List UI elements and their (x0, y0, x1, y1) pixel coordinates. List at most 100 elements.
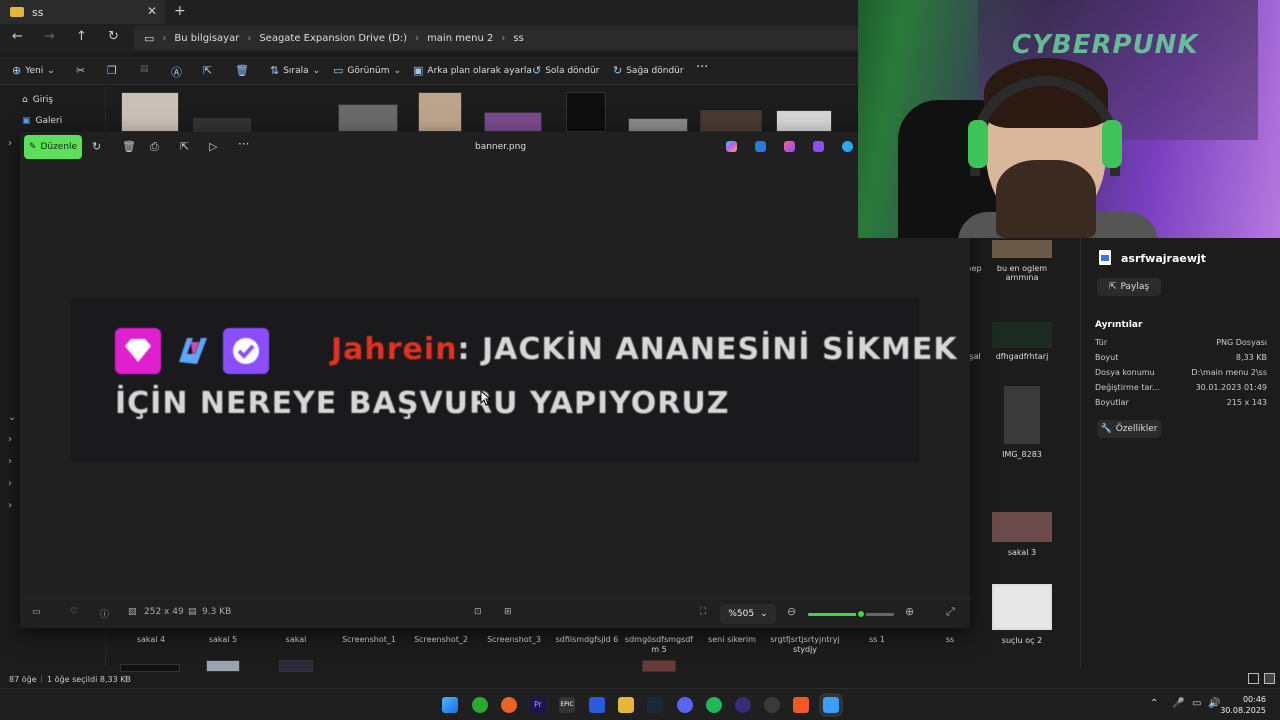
file-thumbnail[interactable] (992, 322, 1052, 348)
discord-icon[interactable] (677, 697, 693, 713)
zoom-in-icon[interactable]: ⊕ (905, 605, 914, 618)
explorer-tab[interactable]: ss ✕ (0, 0, 165, 24)
new-button[interactable]: ⊕ Yeni ⌄ (12, 64, 55, 77)
volume-icon[interactable]: 🔊 (1208, 698, 1220, 709)
share-icon[interactable]: ⇱ (203, 64, 212, 77)
file-thumbnail[interactable] (206, 660, 240, 672)
more-icon[interactable]: ··· (696, 60, 708, 75)
file-thumbnail[interactable] (279, 660, 313, 672)
share-icon[interactable]: ⇱ (180, 140, 189, 153)
properties-button[interactable]: 🔧 Özellikler (1097, 420, 1161, 438)
clipchamp-icon[interactable] (784, 141, 795, 152)
set-background-button[interactable]: ▣ Arka plan olarak ayarla (413, 64, 532, 77)
forward-icon[interactable]: → (44, 29, 55, 44)
share-button[interactable]: ⇱ Paylaş (1097, 278, 1161, 296)
remote-desktop-icon[interactable] (589, 697, 605, 713)
view-button[interactable]: ▭ Görünüm ⌄ (333, 64, 401, 77)
spotify-icon[interactable] (706, 697, 722, 713)
file-thumbnail[interactable] (700, 110, 762, 132)
info-icon[interactable]: ⓘ (100, 607, 109, 620)
filmstrip-icon[interactable]: ▭ (32, 607, 41, 617)
breadcrumb-item[interactable]: main menu 2 (427, 33, 493, 44)
chevron-right-icon[interactable]: › (8, 138, 12, 149)
file-thumbnail[interactable] (776, 110, 832, 132)
chat-message-part1: : JACKİN ANANESİNİ SİKMEK (457, 332, 958, 367)
nav-item-home[interactable]: ⌂ Giriş (22, 95, 53, 105)
slideshow-icon[interactable]: ▷ (209, 140, 217, 153)
breadcrumb-item[interactable]: ss (513, 33, 523, 44)
file-thumbnail-selected[interactable] (992, 584, 1052, 630)
chevron-right-icon[interactable]: › (8, 434, 12, 445)
back-icon[interactable]: ← (12, 29, 23, 44)
favorite-icon[interactable]: ♡ (70, 607, 78, 617)
brave-icon[interactable] (793, 697, 809, 713)
zoom-out-icon[interactable]: ⊖ (787, 605, 796, 618)
file-thumbnail[interactable] (992, 240, 1052, 258)
breadcrumb-item[interactable]: Seagate Expansion Drive (D:) (259, 33, 407, 44)
file-thumbnail[interactable] (120, 664, 180, 672)
cut-icon[interactable]: ✂ (76, 64, 85, 77)
copilot-icon[interactable] (726, 141, 737, 152)
rotate-icon[interactable]: ↻ (92, 140, 101, 153)
fullscreen-icon[interactable]: ⤢ (946, 605, 955, 619)
start-icon[interactable] (442, 697, 458, 713)
breadcrumb-item[interactable]: Bu bilgisayar (174, 33, 239, 44)
breadcrumb[interactable]: ▭ › Bu bilgisayar › Seagate Expansion Dr… (134, 26, 860, 50)
monitor-icon: ▭ (144, 31, 155, 45)
close-icon[interactable]: ✕ (147, 4, 157, 18)
rename-icon[interactable]: Ⓐ (171, 64, 182, 80)
xbox-icon[interactable] (472, 697, 488, 713)
sort-button[interactable]: ⇅ Sırala ⌄ (270, 64, 320, 77)
new-tab-icon[interactable]: + (174, 3, 186, 19)
designer-icon[interactable] (813, 141, 824, 152)
file-thumbnail[interactable] (1004, 386, 1040, 444)
zoom-select[interactable]: %505 ⌄ (720, 604, 776, 624)
app-icon[interactable] (764, 697, 780, 713)
chevron-right-icon[interactable]: › (8, 500, 12, 511)
tiles-view-icon[interactable] (1264, 673, 1275, 684)
network-icon[interactable]: ▭ (1192, 698, 1201, 709)
photo-app-icon[interactable] (755, 141, 766, 152)
file-thumbnail[interactable] (992, 512, 1052, 542)
text-detect-icon[interactable]: ⊞ (504, 607, 512, 617)
rotate-left-button[interactable]: ↺ Sola döndür (532, 64, 599, 77)
file-thumbnail[interactable] (121, 92, 179, 132)
obs-icon[interactable] (735, 697, 751, 713)
microphone-icon[interactable]: 🎤 (1172, 698, 1184, 709)
file-thumbnail[interactable] (193, 118, 251, 132)
steam-icon[interactable] (647, 697, 663, 713)
chevron-right-icon[interactable]: › (8, 456, 12, 467)
delete-icon[interactable]: 🗑 (235, 64, 249, 77)
chevron-right-icon[interactable]: › (8, 478, 12, 489)
system-clock[interactable]: 00:46 30.08.2025 (1220, 694, 1266, 716)
fit-to-window-icon[interactable]: ⛶ (700, 607, 706, 617)
file-thumbnail[interactable] (338, 104, 398, 132)
print-icon[interactable]: ⎙ (150, 140, 159, 154)
onedrive-icon[interactable] (842, 141, 853, 152)
file-thumbnail[interactable] (628, 118, 688, 132)
paste-icon[interactable]: ▤ (140, 64, 149, 74)
chevron-down-icon[interactable]: ⌄ (8, 412, 16, 423)
zoom-slider-handle[interactable] (856, 609, 867, 619)
refresh-icon[interactable]: ↻ (108, 29, 119, 44)
epic-games-icon[interactable]: EPIC (559, 697, 575, 713)
edit-button[interactable]: ✎ Düzenle (24, 135, 82, 159)
file-explorer-icon[interactable] (618, 697, 634, 713)
nav-item-gallery[interactable]: ▣ Galeri (22, 116, 62, 126)
zoom-slider[interactable] (808, 609, 894, 619)
details-view-icon[interactable] (1248, 673, 1259, 684)
visual-search-icon[interactable]: ⊡ (474, 607, 482, 617)
more-icon[interactable]: ··· (238, 137, 249, 151)
file-thumbnail[interactable] (418, 92, 462, 132)
rotate-right-button[interactable]: ↻ Sağa döndür (613, 64, 684, 77)
chevron-up-icon[interactable]: ⌃ (1150, 698, 1158, 709)
up-icon[interactable]: ↑ (76, 29, 87, 44)
delete-icon[interactable]: 🗑 (122, 140, 136, 153)
copy-icon[interactable]: ❐ (107, 64, 117, 77)
app-icon[interactable] (501, 697, 517, 713)
photos-icon[interactable] (819, 693, 843, 717)
file-thumbnail[interactable] (566, 92, 606, 132)
file-thumbnail[interactable] (484, 112, 542, 132)
premiere-icon[interactable]: Pr (530, 697, 546, 713)
file-thumbnail[interactable] (642, 660, 676, 672)
